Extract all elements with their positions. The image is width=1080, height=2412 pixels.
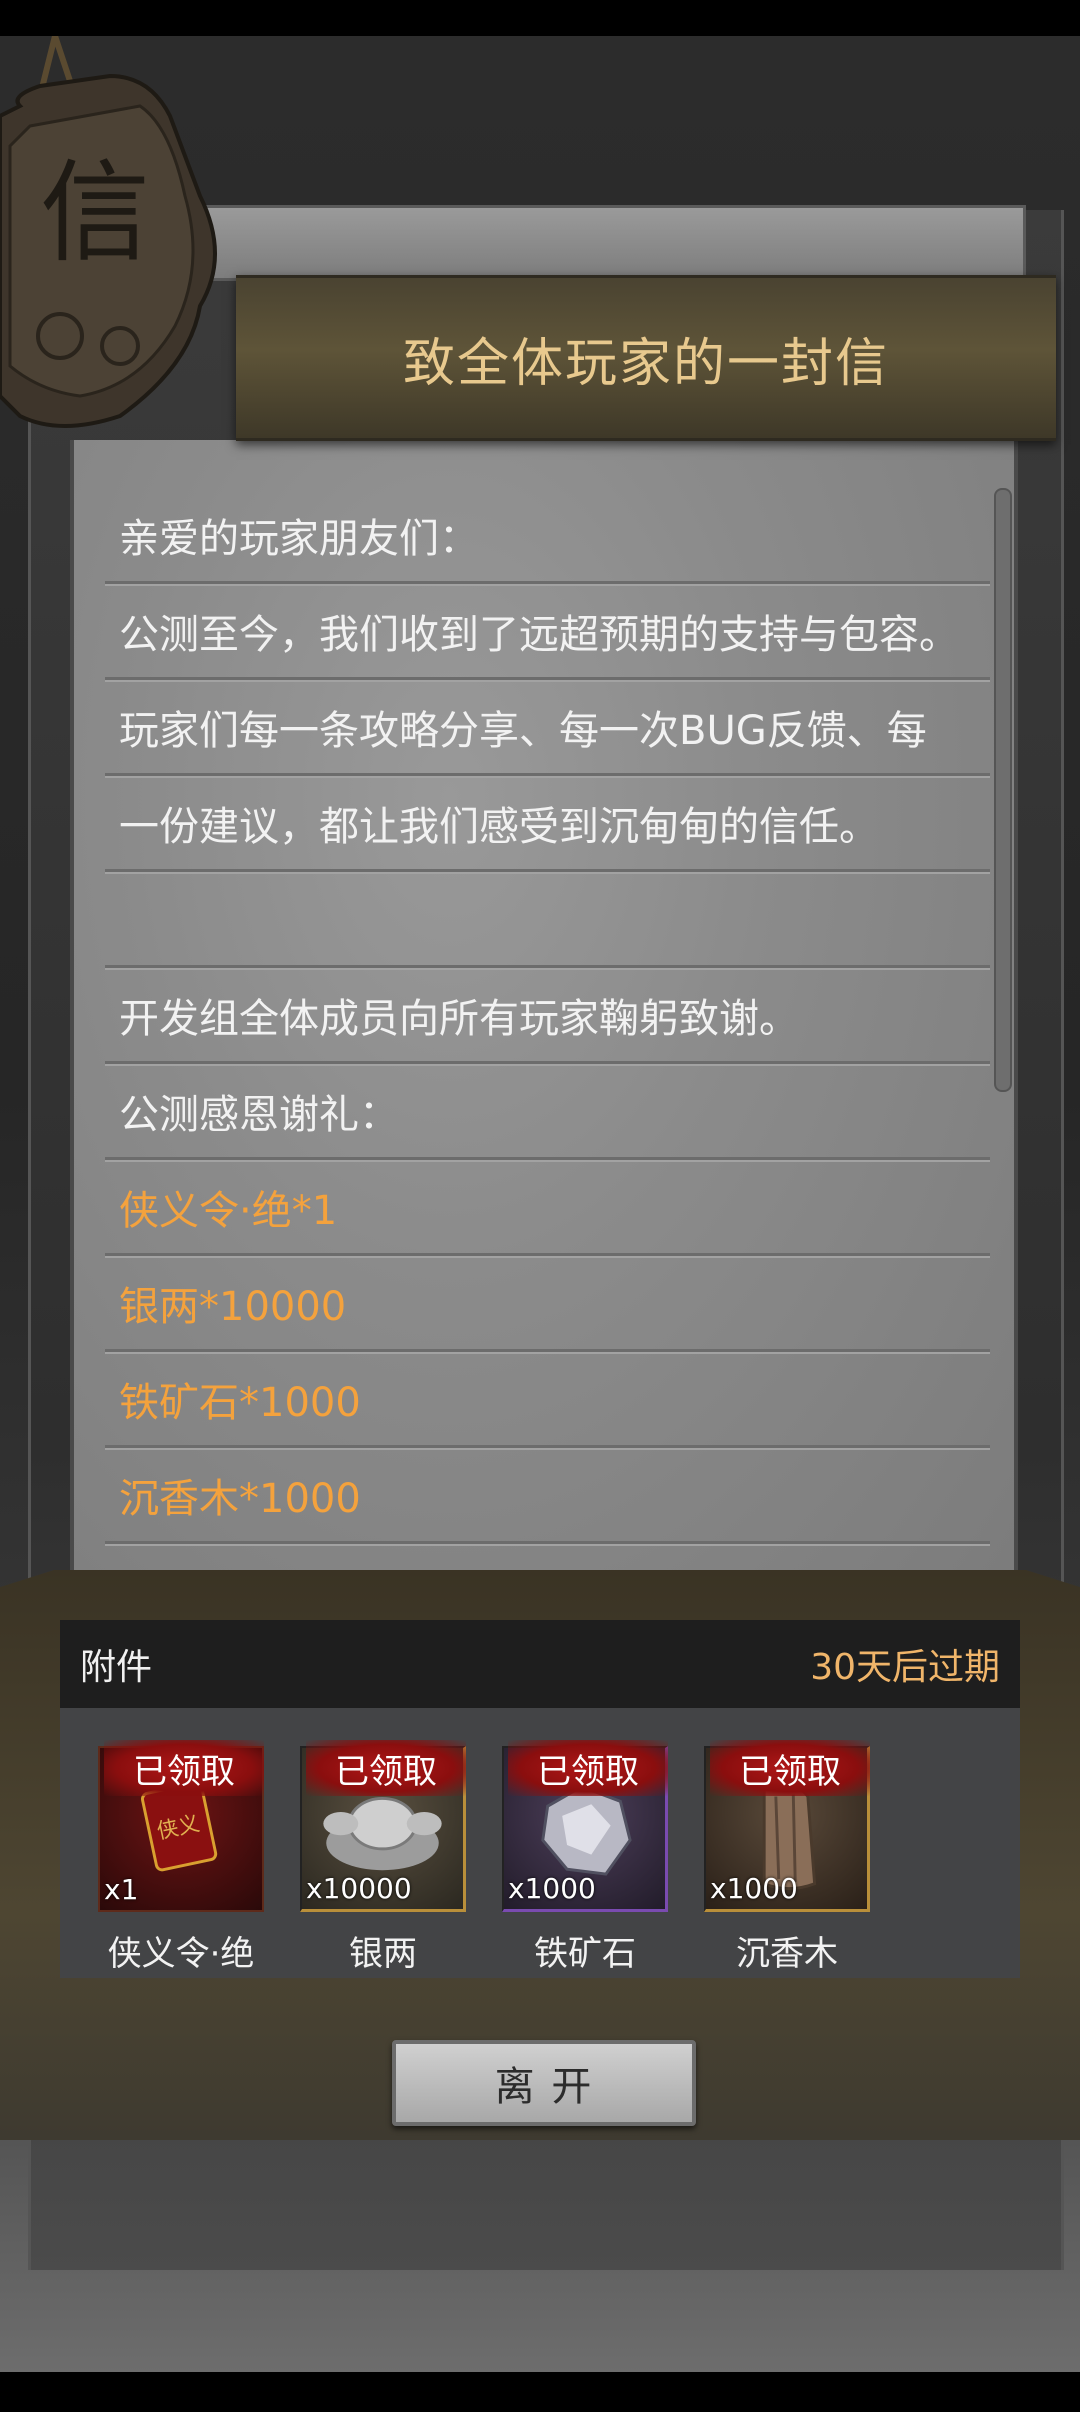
claimed-badge: 已领取 (508, 1740, 668, 1796)
item-name: 侠义令·绝 (107, 1934, 255, 1974)
claimed-badge: 已领取 (104, 1740, 264, 1796)
reward-line: 铁矿石*1000 (105, 1352, 990, 1448)
letter-line: 公测至今，我们收到了远超预期的支持与包容。 (105, 584, 990, 680)
letter-line: 一份建议，都让我们感受到沉甸甸的信任。 (105, 776, 990, 872)
letter-line (105, 872, 990, 968)
leave-button[interactable]: 离 开 (392, 2040, 696, 2126)
item-name: 银两 (349, 1934, 417, 1974)
attachment-item-frame[interactable]: 已领取 x1000 (502, 1740, 668, 1912)
letter-line: 玩家们每一条攻略分享、每一次BUG反馈、每 (105, 680, 990, 776)
reward-line: 侠义令·绝*1 (105, 1160, 990, 1256)
title-banner: 致全体玩家的一封信 (236, 275, 1056, 441)
letter-scrollbar[interactable] (994, 488, 1012, 1092)
seal-char: 信 (40, 149, 150, 277)
status-bar (0, 0, 1080, 36)
item-quantity: x10000 (306, 1872, 412, 1905)
attachment-header: 附件 30天后过期 (60, 1620, 1020, 1708)
attachment-label: 附件 (80, 1647, 153, 1688)
paper-top-edge (200, 205, 1026, 281)
item-quantity: x1000 (710, 1872, 798, 1905)
letter-line: 亲爱的玩家朋友们： (105, 488, 990, 584)
item-quantity: x1 (104, 1873, 139, 1906)
attachment-item[interactable]: 已领取 x1000 沉香木 (704, 1728, 874, 1975)
item-name: 铁矿石 (534, 1934, 636, 1974)
attachment-item[interactable]: 已领取 x10000 银两 (300, 1728, 470, 1975)
attachment-item-frame[interactable]: 已领取 x1000 (704, 1740, 870, 1912)
letter-line: 公测感恩谢礼： (105, 1064, 990, 1160)
attachment-item[interactable]: 侠义 已领取 x1 侠义令·绝 (98, 1728, 268, 1975)
claimed-badge: 已领取 (710, 1740, 870, 1796)
letter-title: 致全体玩家的一封信 (402, 333, 889, 394)
attachment-expire-text: 30天后过期 (810, 1647, 1000, 1688)
reward-line: 沉香木*1000 (105, 1448, 990, 1544)
seal-medallion-icon: 信 (0, 36, 217, 428)
attachment-item-frame[interactable]: 侠义 已领取 x1 (98, 1740, 264, 1912)
attachment-item[interactable]: 已领取 x1000 铁矿石 (502, 1728, 672, 1975)
attachment-list: 侠义 已领取 x1 侠义令·绝 已领取 x10000 银两 已领取 x1000 铁矿石 已领取 x10… (60, 1708, 1020, 1978)
claimed-badge: 已领取 (306, 1740, 466, 1796)
navigation-bar (0, 2372, 1080, 2412)
letter-line: 开发组全体成员向所有玩家鞠躬致谢。 (105, 968, 990, 1064)
attachment-item-frame[interactable]: 已领取 x10000 (300, 1740, 466, 1912)
reward-line: 银两*10000 (105, 1256, 990, 1352)
item-quantity: x1000 (508, 1872, 596, 1905)
item-name: 沉香木 (736, 1934, 838, 1974)
letter-body: 亲爱的玩家朋友们： 公测至今，我们收到了远超预期的支持与包容。 玩家们每一条攻略分享… (105, 488, 990, 1544)
